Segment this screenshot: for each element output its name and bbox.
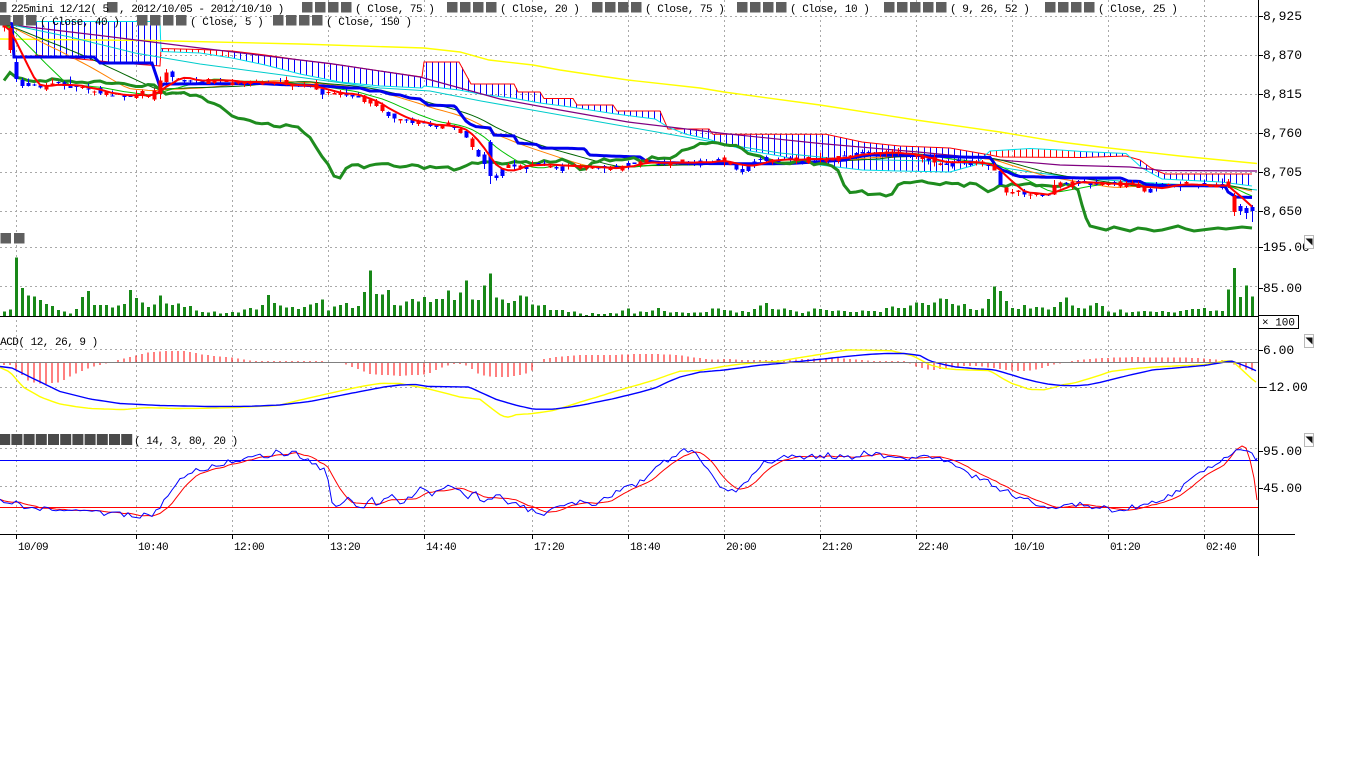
svg-text:( Close, 5 ): ( Close, 5 ) bbox=[190, 17, 263, 29]
svg-text:8,760: 8,760 bbox=[1263, 126, 1302, 141]
svg-text:17:20: 17:20 bbox=[534, 542, 564, 554]
svg-text:18:40: 18:40 bbox=[630, 542, 660, 554]
svg-text:8,925: 8,925 bbox=[1263, 9, 1302, 24]
svg-text:12:00: 12:00 bbox=[234, 542, 264, 554]
svg-text:MACD( 12, 26, 9 ): MACD( 12, 26, 9 ) bbox=[0, 337, 98, 349]
svg-text:14:40: 14:40 bbox=[426, 542, 456, 554]
svg-text:45.00: 45.00 bbox=[1263, 481, 1302, 496]
svg-text:-12.00: -12.00 bbox=[1261, 380, 1308, 395]
svg-text:× 100: × 100 bbox=[1262, 318, 1295, 330]
svg-text:, 2012/10/05 - 2012/10/10 ): , 2012/10/05 - 2012/10/10 ) bbox=[119, 4, 284, 16]
svg-text:10:40: 10:40 bbox=[138, 542, 168, 554]
svg-text:8,650: 8,650 bbox=[1263, 204, 1302, 219]
svg-text:10/10: 10/10 bbox=[1014, 542, 1044, 554]
svg-text:8,705: 8,705 bbox=[1263, 165, 1302, 180]
svg-text:85.00: 85.00 bbox=[1263, 281, 1302, 296]
svg-text:( Close, 150 ): ( Close, 150 ) bbox=[326, 17, 411, 29]
svg-text:( Close, 75 ): ( Close, 75 ) bbox=[355, 4, 434, 16]
svg-text:21:20: 21:20 bbox=[822, 542, 852, 554]
svg-text:( Close, 25 ): ( Close, 25 ) bbox=[1098, 4, 1177, 16]
svg-text:20:00: 20:00 bbox=[726, 542, 756, 554]
svg-text:( Close, 75 ): ( Close, 75 ) bbox=[645, 4, 724, 16]
svg-text:( 9, 26, 52 ): ( 9, 26, 52 ) bbox=[950, 4, 1029, 16]
svg-text:13:20: 13:20 bbox=[330, 542, 360, 554]
svg-text:( Close, 40 ): ( Close, 40 ) bbox=[40, 17, 119, 29]
svg-text:02:40: 02:40 bbox=[1206, 542, 1236, 554]
svg-text:225mini 12/12( 5: 225mini 12/12( 5 bbox=[11, 4, 109, 16]
svg-text:22:40: 22:40 bbox=[918, 542, 948, 554]
svg-text:( Close, 20 ): ( Close, 20 ) bbox=[500, 4, 579, 16]
svg-text:195.00: 195.00 bbox=[1263, 240, 1310, 255]
svg-text:( Close, 10 ): ( Close, 10 ) bbox=[790, 4, 869, 16]
svg-text:01:20: 01:20 bbox=[1110, 542, 1140, 554]
svg-text:( 14, 3, 80, 20 ): ( 14, 3, 80, 20 ) bbox=[134, 436, 238, 448]
svg-text:10/09: 10/09 bbox=[18, 542, 48, 554]
svg-text:8,870: 8,870 bbox=[1263, 48, 1302, 63]
svg-text:8,815: 8,815 bbox=[1263, 87, 1302, 102]
svg-text:6.00: 6.00 bbox=[1263, 343, 1294, 358]
svg-text:95.00: 95.00 bbox=[1263, 444, 1302, 459]
